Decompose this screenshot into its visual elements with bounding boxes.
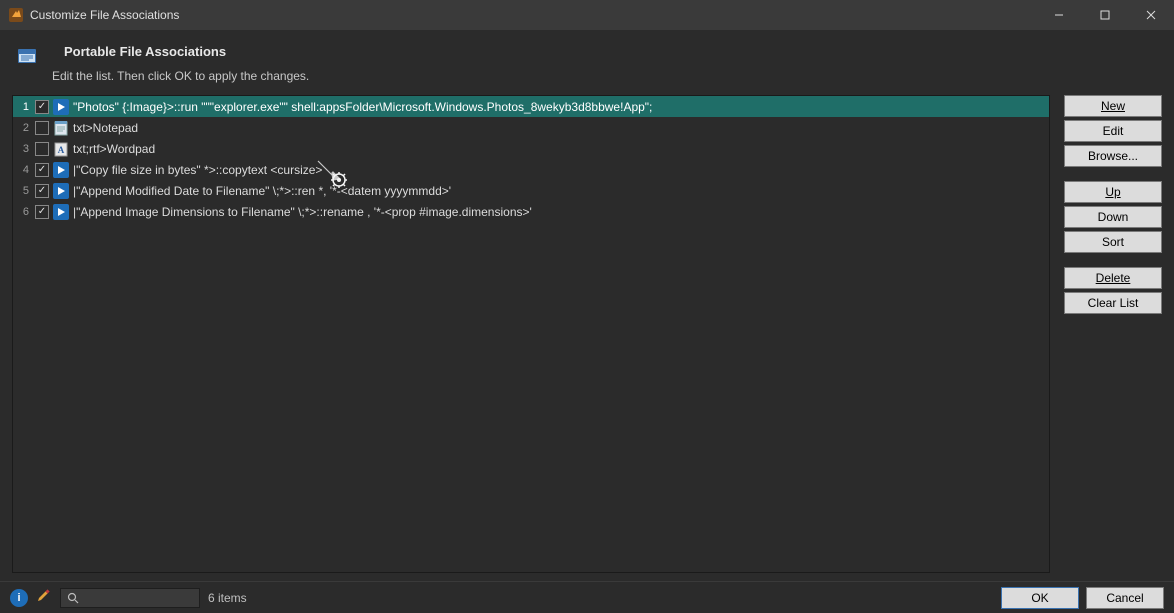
filter-input[interactable] [60, 588, 200, 608]
info-icon[interactable]: i [10, 589, 28, 607]
row-type-icon [53, 99, 69, 115]
row-checkbox[interactable] [35, 184, 49, 198]
row-type-icon [53, 162, 69, 178]
row-type-icon [53, 204, 69, 220]
line-number: 4 [13, 164, 33, 176]
row-text: |"Copy file size in bytes" *>::copytext … [73, 163, 322, 177]
header-icon [16, 46, 40, 70]
item-count: 6 items [208, 591, 247, 605]
svg-text:A: A [58, 145, 65, 155]
minimize-button[interactable] [1036, 0, 1082, 30]
cancel-button[interactable]: Cancel [1086, 587, 1164, 609]
list-row[interactable]: 5 |"Append Modified Date to Filename" \;*… [13, 180, 1049, 201]
side-buttons: New Edit Browse... Up Down Sort Delete C… [1064, 95, 1162, 573]
line-number: 6 [13, 206, 33, 218]
browse-button[interactable]: Browse... [1064, 145, 1162, 167]
app-icon [8, 7, 24, 23]
line-number: 2 [13, 122, 33, 134]
row-text: txt>Notepad [73, 121, 138, 135]
row-type-icon [53, 120, 69, 136]
dialog-header: Portable File Associations Edit the list… [0, 30, 1174, 95]
status-bar: i 6 items OK Cancel [0, 581, 1174, 613]
header-title: Portable File Associations [52, 44, 309, 67]
list-row[interactable]: 4 |"Copy file size in bytes" *>::copytext… [13, 159, 1049, 180]
sort-button[interactable]: Sort [1064, 231, 1162, 253]
row-text: txt;rtf>Wordpad [73, 142, 155, 156]
row-checkbox[interactable] [35, 142, 49, 156]
row-text: |"Append Modified Date to Filename" \;*>… [73, 184, 451, 198]
close-button[interactable] [1128, 0, 1174, 30]
row-text: |"Append Image Dimensions to Filename" \… [73, 205, 532, 219]
list-row[interactable]: 1 "Photos" {:Image}>::run """explorer.exe… [13, 96, 1049, 117]
clear-list-button[interactable]: Clear List [1064, 292, 1162, 314]
new-button[interactable]: New [1064, 95, 1162, 117]
edit-icon[interactable] [36, 588, 52, 607]
header-subtitle: Edit the list. Then click OK to apply th… [52, 69, 309, 83]
edit-button[interactable]: Edit [1064, 120, 1162, 142]
associations-list[interactable]: 1 "Photos" {:Image}>::run """explorer.exe… [12, 95, 1050, 573]
line-number: 5 [13, 185, 33, 197]
up-button[interactable]: Up [1064, 181, 1162, 203]
row-checkbox[interactable] [35, 121, 49, 135]
row-type-icon [53, 183, 69, 199]
main-area: 1 "Photos" {:Image}>::run """explorer.exe… [0, 95, 1174, 581]
titlebar: Customize File Associations [0, 0, 1174, 30]
window-title: Customize File Associations [30, 8, 179, 22]
list-row[interactable]: 6 |"Append Image Dimensions to Filename" … [13, 201, 1049, 222]
ok-button[interactable]: OK [1001, 587, 1079, 609]
row-type-icon: A [53, 141, 69, 157]
row-checkbox[interactable] [35, 100, 49, 114]
maximize-button[interactable] [1082, 0, 1128, 30]
row-text: "Photos" {:Image}>::run """explorer.exe"… [73, 100, 652, 114]
search-icon [67, 592, 79, 604]
line-number: 3 [13, 143, 33, 155]
window-controls [1036, 0, 1174, 30]
row-checkbox[interactable] [35, 205, 49, 219]
list-row[interactable]: 2 txt>Notepad [13, 117, 1049, 138]
list-row[interactable]: 3 Atxt;rtf>Wordpad [13, 138, 1049, 159]
down-button[interactable]: Down [1064, 206, 1162, 228]
row-checkbox[interactable] [35, 163, 49, 177]
delete-button[interactable]: Delete [1064, 267, 1162, 289]
line-number: 1 [13, 101, 33, 113]
